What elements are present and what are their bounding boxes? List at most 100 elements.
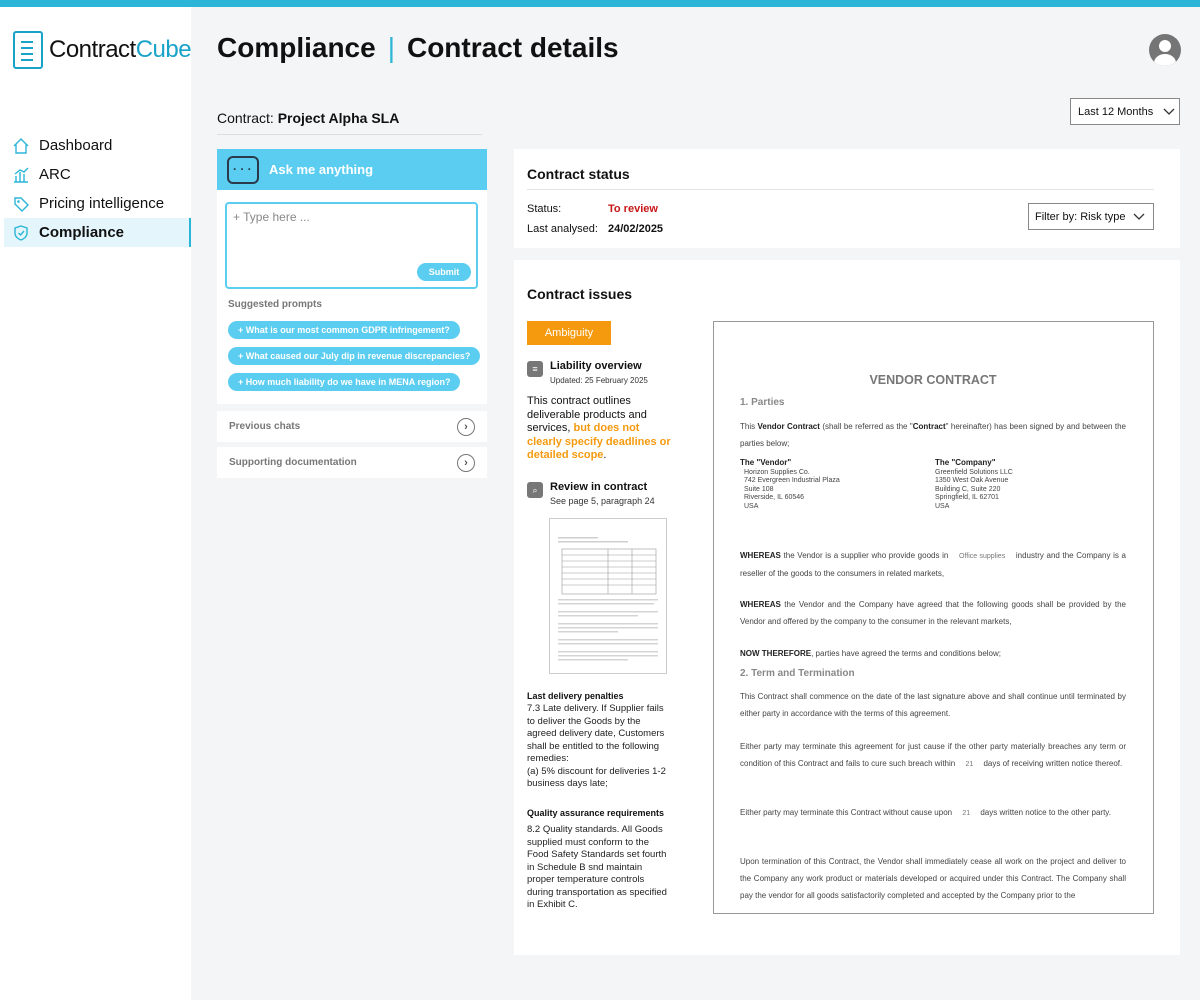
chevron-right-icon[interactable]: ›	[457, 417, 475, 436]
contract-label: Contract:	[217, 110, 274, 126]
doc-text: (shall be referred as the "	[819, 422, 913, 431]
company-line: Greenfield Solutions LLC	[935, 468, 1013, 476]
last-analysed-label: Last analysed:	[527, 223, 598, 235]
vendor-line: Riverside, IL 60546	[744, 494, 805, 501]
company-party: The "Company" Greenfield Solutions LLC 1…	[935, 458, 1013, 511]
document-paragraph: Upon termination of this Contract, the V…	[740, 857, 1126, 900]
shield-icon	[12, 224, 30, 242]
clipboard-icon: ≡	[527, 361, 543, 377]
doc-text-bold: Vendor Contract	[757, 422, 820, 431]
sidebar-item-label: ARC	[39, 166, 71, 183]
overview-updated: Updated: 25 February 2025	[550, 376, 648, 385]
doc-text-bold: WHEREAS	[740, 600, 781, 609]
sidebar-item-compliance[interactable]: Compliance	[4, 218, 191, 247]
assistant-title: Ask me anything	[269, 162, 374, 177]
chevron-right-icon[interactable]: ›	[457, 453, 475, 472]
page-title-sub: Contract details	[406, 32, 619, 63]
doc-text: days written notice to the other party.	[978, 808, 1111, 817]
penalties-text: 7.3 Late delivery. If Supplier fails to …	[527, 703, 667, 791]
last-analysed-row: Last analysed: 24/02/2025	[527, 223, 663, 235]
document-paragraph: NOW THEREFORE, parties have agreed the t…	[740, 645, 1126, 662]
card-title: Contract issues	[527, 286, 633, 302]
status-badge: To review	[608, 203, 658, 215]
vendor-line: Suite 108	[744, 485, 774, 493]
company-line: USA	[935, 502, 950, 510]
sidebar: ContractCube Dashboard ARC Pricing intel…	[0, 7, 192, 1000]
suggested-prompt-chip[interactable]: + How much liability do we have in MENA …	[228, 373, 461, 391]
document-heading: 1. Parties	[740, 397, 785, 408]
doc-field-value: 21	[965, 761, 974, 768]
submit-button[interactable]: Submit	[417, 263, 471, 281]
chevron-down-icon	[1134, 213, 1145, 220]
page-title-main: Compliance	[217, 32, 376, 63]
filter-label: Filter by: Risk type	[1035, 210, 1126, 223]
penalties-body: 7.3 Late delivery. If Supplier fails to …	[527, 703, 665, 764]
doc-text: days of receiving written notice thereof…	[981, 759, 1123, 768]
logo[interactable]: ContractCube	[13, 31, 192, 69]
contract-name: Contract: Project Alpha SLA	[217, 110, 399, 126]
title-separator: |	[387, 32, 395, 63]
sidebar-item-pricing-intelligence[interactable]: Pricing intelligence	[0, 189, 191, 218]
chart-icon	[12, 166, 30, 184]
document-heading: 2. Term and Termination	[740, 668, 855, 679]
issue-tag[interactable]: Ambiguity	[527, 321, 611, 345]
doc-text: Either party may terminate this Contract…	[740, 808, 955, 817]
doc-field-value: Office supplies	[958, 553, 1006, 560]
document-paragraph: WHEREAS the Vendor and the Company have …	[740, 596, 1126, 630]
card-title: Contract status	[527, 166, 630, 182]
document-paragraph: Either party may terminate this Contract…	[740, 804, 1126, 822]
company-label: The "Company"	[935, 458, 996, 467]
supporting-documentation-row[interactable]: Supporting documentation ›	[217, 447, 487, 478]
company-line: Building C, Suite 220	[935, 485, 1001, 493]
review-title: Review in contract	[550, 481, 648, 493]
status-row: Status: To review	[527, 203, 658, 215]
logo-icon	[13, 31, 43, 69]
doc-text-bold: NOW THEREFORE	[740, 649, 812, 658]
page-title: Compliance | Contract details	[217, 32, 619, 64]
company-line: Springfield, IL 62701	[935, 494, 999, 501]
assistant-input[interactable]: + Type here ... Submit	[225, 202, 478, 289]
doc-text: , parties have agreed the terms and cond…	[811, 649, 1001, 658]
document-paragraph: This Contract shall commence on the date…	[740, 692, 1126, 718]
divider	[527, 189, 1154, 190]
vendor-line: 742 Evergreen Industrial Plaza	[744, 477, 840, 484]
robot-icon	[227, 155, 259, 184]
vendor-line: Horizon Supplies Co.	[744, 468, 810, 476]
contract-status-card: Contract status Status: To review Last a…	[514, 149, 1180, 248]
chevron-down-icon	[1163, 108, 1175, 115]
document-title: VENDOR CONTRACT	[869, 373, 997, 387]
suggested-prompt-chip[interactable]: + What is our most common GDPR infringem…	[228, 321, 460, 339]
suggested-prompts-label: Suggested prompts	[228, 299, 322, 310]
overview-text: This contract outlines deliverable produ…	[527, 395, 672, 463]
user-avatar-icon[interactable]	[1149, 34, 1181, 66]
suggested-prompt-chip[interactable]: + What caused our July dip in revenue di…	[228, 347, 481, 365]
period-label: Last 12 Months	[1078, 105, 1154, 118]
review-subtitle: See page 5, paragraph 24	[550, 496, 655, 506]
doc-text-bold: Contract	[912, 422, 946, 431]
status-label: Status:	[527, 203, 562, 215]
price-tag-icon	[12, 195, 30, 213]
sidebar-item-label: Dashboard	[39, 137, 113, 154]
contract-page-thumbnail[interactable]	[549, 518, 667, 674]
sidebar-item-arc[interactable]: ARC	[0, 160, 191, 189]
quality-text: 8.2 Quality standards. All Goods supplie…	[527, 824, 667, 910]
penalties-title: Last delivery penalties	[527, 691, 624, 701]
document-paragraph: This Vendor Contract (shall be referred …	[740, 418, 1126, 452]
doc-text-bold: WHEREAS	[740, 551, 781, 560]
vendor-party: The "Vendor" Horizon Supplies Co. 742 Ev…	[740, 458, 840, 511]
risk-type-filter-dropdown[interactable]: Filter by: Risk type	[1028, 203, 1154, 230]
top-accent-bar	[0, 0, 1200, 7]
period-dropdown[interactable]: Last 12 Months	[1070, 98, 1180, 125]
logo-text-part2: Cube	[135, 36, 192, 63]
previous-chats-row[interactable]: Previous chats ›	[217, 411, 487, 442]
vendor-line: USA	[744, 502, 759, 510]
vendor-label: The "Vendor"	[740, 458, 792, 467]
contract-document-viewer[interactable]: VENDOR CONTRACT 1. Parties This Vendor C…	[713, 321, 1154, 914]
doc-text: the Vendor is a supplier who provide goo…	[780, 551, 951, 560]
document-paragraph: Either party may terminate this agreemen…	[740, 738, 1126, 773]
doc-text: the Vendor and the Company have agreed t…	[740, 600, 1126, 626]
document-paragraph: WHEREAS the Vendor is a supplier who pro…	[740, 547, 1126, 582]
doc-text: This	[740, 422, 758, 431]
sidebar-item-dashboard[interactable]: Dashboard	[0, 131, 191, 160]
last-analysed-value: 24/02/2025	[608, 223, 664, 235]
